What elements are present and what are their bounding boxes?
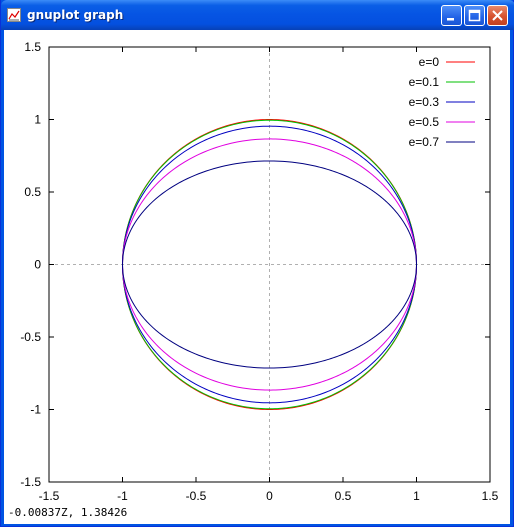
title-bar[interactable]: gnuplot graph [1,0,514,30]
y-tick-label: 0.5 [24,185,41,199]
y-tick-label: 0 [34,258,41,272]
minimize-button[interactable] [441,5,462,26]
maximize-button[interactable] [464,5,485,26]
x-tick-label: 0 [266,489,273,503]
legend-label: e=0.3 [409,95,440,109]
legend-label: e=0 [419,55,440,69]
gnuplot-window: gnuplot graph 1.5 1 0.5 0 -0.5 -1 -1.5 -1.5 -1 -0… [0,0,514,527]
y-tick-label: -1.5 [20,475,41,489]
y-tick-label: -0.5 [20,330,41,344]
x-tick-label: 1 [413,489,420,503]
close-icon [492,10,503,21]
minimize-icon [447,18,454,21]
legend-label: e=0.1 [409,75,440,89]
plot-area[interactable]: 1.5 1 0.5 0 -0.5 -1 -1.5 -1.5 -1 -0.5 0 0.5 1 1.5 e=0… [4,30,510,524]
x-tick-label: 0.5 [335,489,352,503]
legend-label: e=0.7 [409,135,440,149]
x-tick-label: 1.5 [482,489,499,503]
mouse-coordinate-readout: -0.00837Z, 1.38426 [8,506,128,519]
x-tick-label: -1.5 [39,489,60,503]
y-tick-label: 1 [34,113,41,127]
y-tick-label: 1.5 [24,40,41,54]
close-button[interactable] [487,5,508,26]
maximize-icon [468,9,481,22]
gnuplot-app-icon[interactable] [7,8,21,22]
x-tick-label: -0.5 [186,489,207,503]
x-tick-label: -1 [117,489,128,503]
gnuplot-chart[interactable]: 1.5 1 0.5 0 -0.5 -1 -1.5-1.5 -1 -0.5 0 0.5 1 1.5 e=0… [4,30,510,524]
window-title: gnuplot graph [27,8,124,22]
y-tick-label: -1 [30,403,41,417]
legend-label: e=0.5 [409,115,440,129]
